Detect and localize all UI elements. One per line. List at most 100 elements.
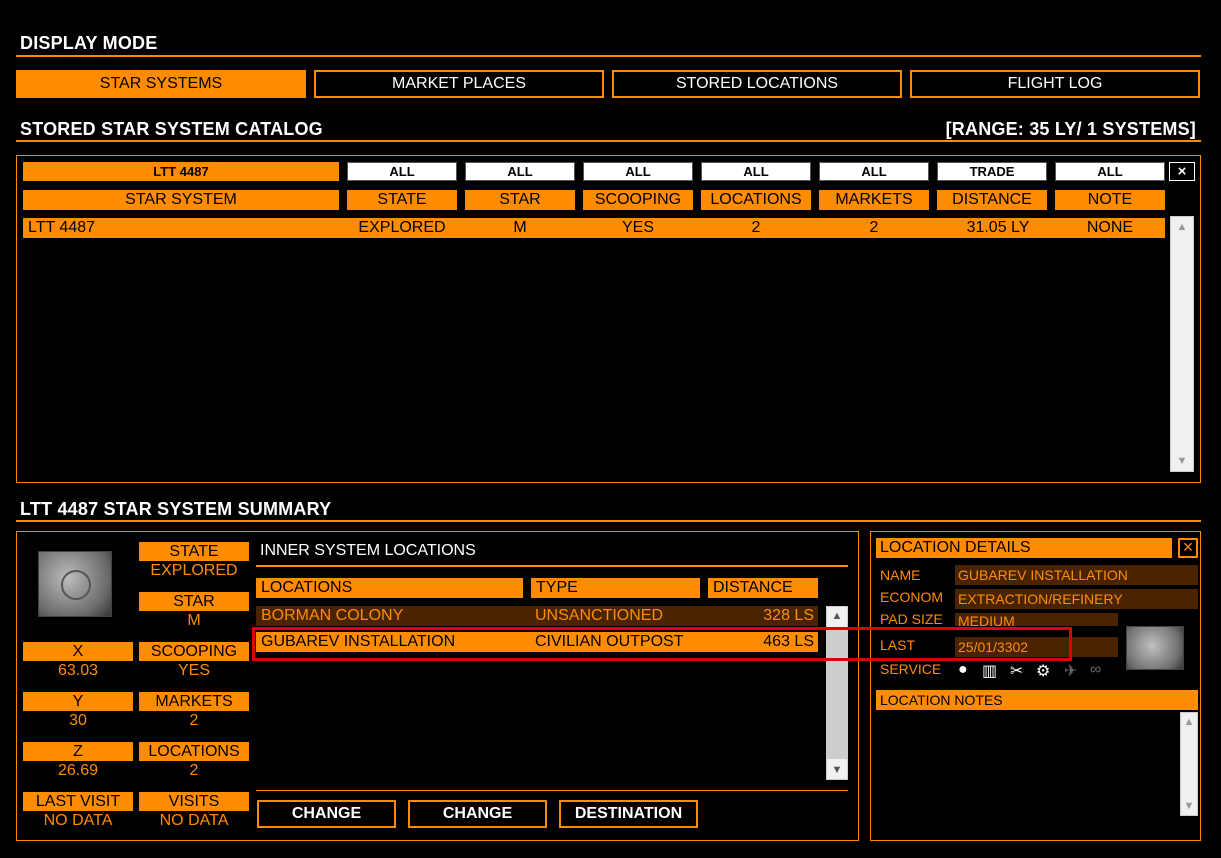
outfitting-icon: ∞ — [1090, 661, 1102, 678]
location-distance: 463 LS — [763, 633, 814, 650]
scroll-up-icon[interactable]: ▲ — [1171, 219, 1193, 235]
cell-locations: 2 — [751, 219, 761, 236]
destination-button[interactable]: DESTINATION — [559, 800, 698, 828]
notes-scrollbar[interactable]: ▲ ▼ — [1180, 712, 1198, 816]
col-header-note[interactable]: NOTE — [1055, 190, 1165, 210]
change-button[interactable]: CHANGE — [408, 800, 547, 828]
clear-filters-button[interactable]: × — [1169, 162, 1195, 181]
last-label: LAST — [880, 637, 916, 653]
col-header-distance[interactable]: DISTANCE — [708, 578, 818, 598]
star-emblem-icon — [61, 570, 91, 600]
services-row: ● ▥ ✂ ⚙ ✈ ∞ — [958, 661, 1118, 681]
star-label: STAR — [139, 592, 249, 611]
location-notes-input[interactable] — [876, 712, 1178, 816]
catalog-title: STORED STAR SYSTEM CATALOG — [20, 119, 323, 139]
tab-stored-locations[interactable]: STORED LOCATIONS — [612, 70, 902, 98]
scroll-up-icon[interactable]: ▲ — [827, 608, 847, 624]
tab-star-systems[interactable]: STAR SYSTEMS — [16, 70, 306, 98]
filter-star-system[interactable]: LTT 4487 — [23, 162, 339, 181]
scroll-down-icon[interactable]: ▼ — [1181, 798, 1197, 814]
location-name: BORMAN COLONY — [261, 607, 404, 624]
summary-title: LTT 4487 STAR SYSTEM SUMMARY — [20, 499, 332, 519]
col-header-locations[interactable]: LOCATIONS — [256, 578, 523, 598]
star-value: M — [187, 612, 201, 629]
filter-scooping[interactable]: ALL — [583, 162, 693, 181]
last-visit-label: LAST VISIT — [23, 792, 133, 811]
col-header-type[interactable]: TYPE — [531, 578, 700, 598]
tab-flight-log[interactable]: FLIGHT LOG — [910, 70, 1200, 98]
location-distance: 328 LS — [763, 607, 814, 624]
list-item[interactable]: GUBAREV INSTALLATION CIVILIAN OUTPOST 46… — [256, 632, 818, 652]
scroll-down-icon[interactable]: ▼ — [1171, 453, 1193, 469]
x-value: 63.03 — [57, 662, 99, 679]
repair-tools-icon: ✂ — [1010, 663, 1024, 680]
pad-size-label: PAD SIZE — [880, 611, 943, 624]
pad-size-value: MEDIUM — [955, 613, 1118, 626]
cell-star-system: LTT 4487 — [28, 219, 96, 236]
list-item[interactable]: BORMAN COLONY UNSANCTIONED 328 LS — [256, 606, 818, 626]
close-icon[interactable]: × — [1178, 538, 1198, 558]
filter-star[interactable]: ALL — [465, 162, 575, 181]
location-notes-title: LOCATION NOTES — [876, 690, 1198, 710]
col-header-star-system[interactable]: STAR SYSTEM — [23, 190, 339, 210]
x-label: X — [23, 642, 133, 661]
filter-distance[interactable]: TRADE — [937, 162, 1047, 181]
cell-note: NONE — [1086, 219, 1134, 236]
location-name: GUBAREV INSTALLATION — [261, 633, 456, 650]
filter-note[interactable]: ALL — [1055, 162, 1165, 181]
display-mode-title: DISPLAY MODE — [20, 33, 158, 53]
econom-label: ECONOM — [880, 589, 943, 605]
shipyard-icon: ✈ — [1064, 663, 1078, 680]
station-image — [38, 551, 112, 617]
tab-market-places[interactable]: MARKET PLACES — [314, 70, 604, 98]
divider — [256, 790, 848, 791]
col-header-locations[interactable]: LOCATIONS — [701, 190, 811, 210]
col-header-state[interactable]: STATE — [347, 190, 457, 210]
scooping-label: SCOOPING — [139, 642, 249, 661]
change-button[interactable]: CHANGE — [257, 800, 396, 828]
state-value: EXPLORED — [150, 562, 238, 579]
cell-markets: 2 — [869, 219, 879, 236]
y-value: 30 — [69, 712, 87, 729]
col-header-markets[interactable]: MARKETS — [819, 190, 929, 210]
name-value: GUBAREV INSTALLATION — [955, 565, 1198, 585]
filter-markets[interactable]: ALL — [819, 162, 929, 181]
last-value: 25/01/3302 — [955, 637, 1118, 657]
col-header-distance[interactable]: DISTANCE — [937, 190, 1047, 210]
z-label: Z — [23, 742, 133, 761]
cell-scooping: YES — [621, 219, 654, 236]
markets-label: MARKETS — [139, 692, 249, 711]
cell-star: M — [513, 219, 527, 236]
z-value: 26.69 — [57, 762, 99, 779]
fuel-drop-icon: ● — [958, 661, 968, 678]
divider — [256, 565, 848, 567]
location-type: UNSANCTIONED — [535, 607, 664, 624]
cell-state: EXPLORED — [358, 219, 446, 236]
locations-label: LOCATIONS — [139, 742, 249, 761]
col-header-scooping[interactable]: SCOOPING — [583, 190, 693, 210]
divider — [16, 520, 1201, 522]
table-row[interactable]: LTT 4487 EXPLORED M YES 2 2 31.05 LY NON… — [23, 218, 1165, 238]
filter-locations[interactable]: ALL — [701, 162, 811, 181]
visits-value: NO DATA — [159, 812, 229, 829]
filter-state[interactable]: ALL — [347, 162, 457, 181]
market-icon: ▥ — [982, 663, 998, 680]
location-type: CIVILIAN OUTPOST — [535, 633, 684, 650]
cell-distance: 31.05 LY — [966, 219, 1030, 236]
scooping-value: YES — [177, 662, 210, 679]
state-label: STATE — [139, 542, 249, 561]
col-header-star[interactable]: STAR — [465, 190, 575, 210]
locations-value: 2 — [189, 762, 199, 779]
rearm-gear-icon: ⚙ — [1036, 663, 1051, 680]
markets-value: 2 — [189, 712, 199, 729]
scroll-down-icon[interactable]: ▼ — [827, 762, 847, 778]
inner-locations-title: INNER SYSTEM LOCATIONS — [260, 542, 476, 559]
scroll-thumb[interactable] — [827, 627, 847, 759]
location-details-title: LOCATION DETAILS — [876, 538, 1172, 558]
scroll-up-icon[interactable]: ▲ — [1181, 714, 1197, 730]
range-indicator: [RANGE: 35 LY/ 1 SYSTEMS] — [945, 119, 1196, 139]
y-label: Y — [23, 692, 133, 711]
econom-value: EXTRACTION/REFINERY — [955, 589, 1198, 609]
locations-scrollbar[interactable]: ▲ ▼ — [826, 606, 848, 780]
catalog-scrollbar[interactable]: ▲ ▼ — [1170, 216, 1194, 472]
